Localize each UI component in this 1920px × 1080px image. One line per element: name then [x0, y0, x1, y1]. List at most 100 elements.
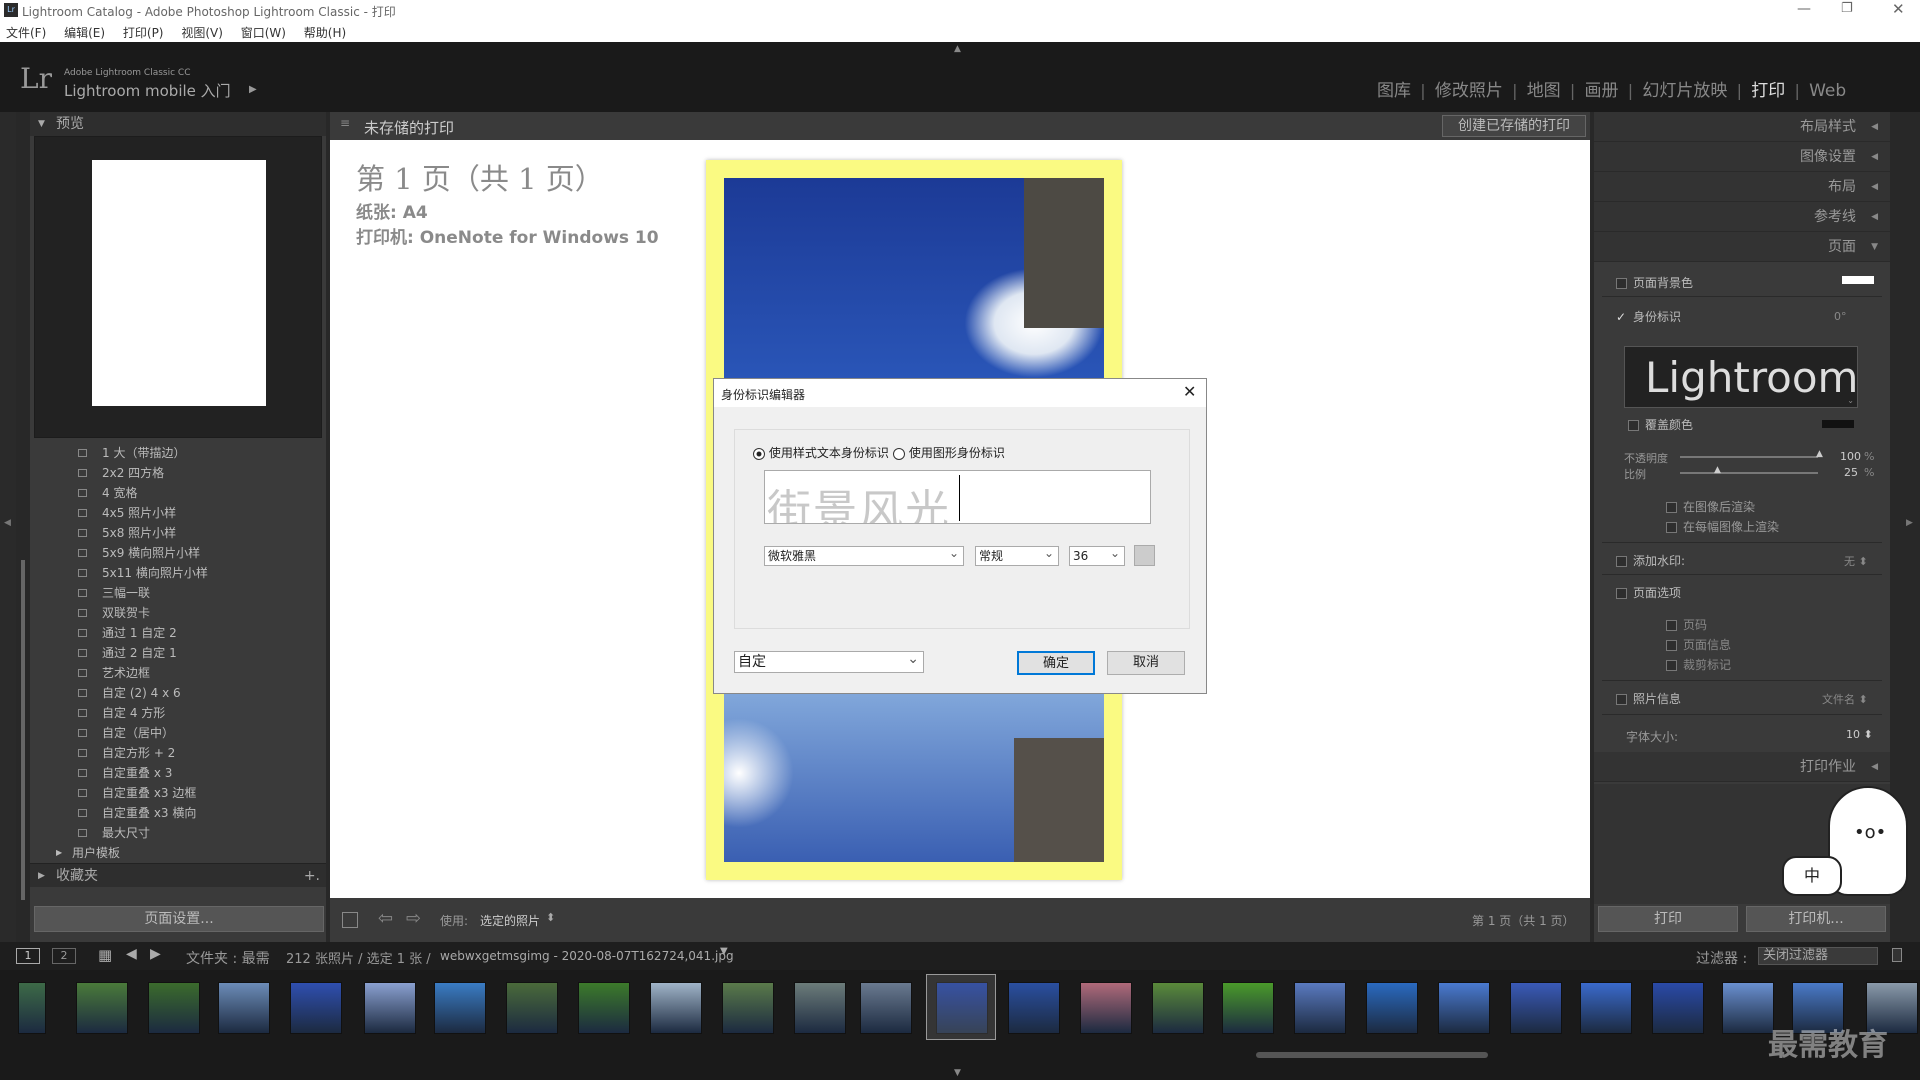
filmstrip-thumbnail[interactable] — [218, 982, 270, 1034]
filmstrip-thumbnail[interactable] — [1438, 982, 1490, 1034]
watermark-select[interactable]: 无 ⬍ — [1844, 553, 1868, 569]
filmstrip-thumbnail[interactable] — [1722, 982, 1774, 1034]
filename-dropdown-icon[interactable]: ▼ — [720, 946, 728, 957]
template-item[interactable]: 1 大（带描边） — [30, 443, 326, 463]
template-item[interactable]: 通过 2 自定 1 — [30, 643, 326, 663]
identity-angle[interactable]: 0° — [1834, 310, 1847, 323]
filmstrip-thumbnail[interactable] — [1152, 982, 1204, 1034]
minimize-icon[interactable]: — — [1797, 1, 1811, 17]
filmstrip-thumbnail[interactable] — [722, 982, 774, 1034]
opacity-thumb-icon[interactable]: ▲ — [1816, 449, 1823, 459]
template-item[interactable]: 最大尺寸 — [30, 823, 326, 843]
scale-value[interactable]: 25 — [1844, 466, 1858, 479]
collapse-top-icon[interactable]: ▲ — [954, 44, 961, 54]
page-bg-swatch[interactable] — [1842, 276, 1874, 284]
page-options-checkbox[interactable] — [1616, 588, 1627, 599]
font-style-select[interactable]: 常规 — [975, 544, 1059, 566]
user-templates-folder[interactable]: ▶ 用户模板 — [30, 843, 326, 863]
forward-arrow-icon[interactable]: ▶ — [150, 946, 161, 962]
font-size-select[interactable]: 10 ⬍ — [1846, 728, 1873, 741]
dialog-close-icon[interactable]: ✕ — [1183, 382, 1196, 401]
collapse-left-icon[interactable]: ◀ — [4, 518, 11, 528]
scale-thumb-icon[interactable]: ▲ — [1714, 465, 1721, 475]
section-image-settings[interactable]: 图像设置 — [1594, 142, 1890, 172]
filmstrip-scrollbar[interactable] — [1256, 1052, 1488, 1058]
render-each-checkbox[interactable] — [1666, 522, 1677, 533]
filmstrip-thumbnail[interactable] — [148, 982, 200, 1034]
section-layout-style[interactable]: 布局样式 — [1594, 112, 1890, 142]
watermark-checkbox[interactable] — [1616, 556, 1627, 567]
template-item[interactable]: 双联贺卡 — [30, 603, 326, 623]
filmstrip-thumbnail[interactable] — [578, 982, 630, 1034]
identity-text-field[interactable]: 街景风光 — [764, 470, 1151, 524]
render-behind-checkbox[interactable] — [1666, 502, 1677, 513]
template-item[interactable]: 4x5 照片小样 — [30, 503, 326, 523]
template-item[interactable]: 自定方形 + 2 — [30, 743, 326, 763]
collapse-right-icon[interactable]: ▶ — [1906, 518, 1913, 528]
opacity-value[interactable]: 100 — [1840, 450, 1861, 463]
template-item[interactable]: 通过 1 自定 2 — [30, 623, 326, 643]
filter-select[interactable]: 关闭过滤器 — [1758, 947, 1878, 965]
plate-dropdown-icon[interactable]: ⌄ — [1847, 396, 1854, 405]
radio-styled-text[interactable]: 使用样式文本身份标识 — [753, 444, 889, 461]
collapse-bottom-icon[interactable]: ▼ — [954, 1068, 961, 1078]
opacity-slider[interactable] — [1680, 456, 1818, 458]
template-item[interactable]: 5x11 横向照片小样 — [30, 563, 326, 583]
font-family-select[interactable]: 微软雅黑 — [764, 544, 964, 566]
page-numbers-row[interactable]: 页码 — [1666, 616, 1707, 633]
section-print-job[interactable]: 打印作业 — [1594, 752, 1890, 782]
nav-forward-icon[interactable]: ⇨ — [406, 908, 421, 929]
scale-slider[interactable] — [1680, 472, 1818, 474]
photo-info-checkbox[interactable] — [1616, 694, 1627, 705]
filename-label[interactable]: webwxgetmsgimg - 2020-08-07T162724,041.j… — [440, 949, 734, 963]
menu-view[interactable]: 视图(V) — [181, 26, 223, 40]
filmstrip-thumbnail[interactable] — [860, 982, 912, 1034]
crop-marks-row[interactable]: 裁剪标记 — [1666, 656, 1731, 673]
page-bg-checkbox[interactable] — [1616, 278, 1627, 289]
filmstrip-thumbnail[interactable] — [1580, 982, 1632, 1034]
override-color-checkbox[interactable] — [1628, 420, 1639, 431]
back-arrow-icon[interactable]: ◀ — [126, 946, 137, 962]
create-saved-print-button[interactable]: 创建已存储的打印 — [1442, 115, 1586, 137]
template-item[interactable]: 自定（居中） — [30, 723, 326, 743]
menu-window[interactable]: 窗口(W) — [241, 26, 286, 40]
filter-lock-icon[interactable] — [1892, 948, 1902, 962]
template-item[interactable]: 艺术边框 — [30, 663, 326, 683]
filmstrip-thumbnail[interactable] — [506, 982, 558, 1034]
template-item[interactable]: 5x8 照片小样 — [30, 523, 326, 543]
render-behind-row[interactable]: 在图像后渲染 — [1666, 498, 1755, 515]
radio-graphic[interactable]: 使用图形身份标识 — [893, 444, 1005, 461]
module-map[interactable]: 地图 — [1527, 81, 1561, 101]
selected-thumb-frame[interactable] — [926, 974, 996, 1040]
module-develop[interactable]: 修改照片 — [1435, 81, 1503, 101]
cancel-button[interactable]: 取消 — [1107, 651, 1185, 675]
identity-plate-row[interactable]: ✓ 身份标识 — [1616, 308, 1681, 325]
section-page[interactable]: 页面 — [1594, 232, 1890, 262]
template-item[interactable]: 自定重叠 x3 边框 — [30, 783, 326, 803]
template-item[interactable]: 5x9 横向照片小样 — [30, 543, 326, 563]
menu-help[interactable]: 帮助(H) — [304, 26, 346, 40]
page-info-row[interactable]: 页面信息 — [1666, 636, 1731, 653]
override-color-swatch[interactable] — [1822, 420, 1854, 428]
filmstrip-thumbnail[interactable] — [1294, 982, 1346, 1034]
template-item[interactable]: 自定 4 方形 — [30, 703, 326, 723]
render-each-row[interactable]: 在每幅图像上渲染 — [1666, 518, 1779, 535]
module-web[interactable]: Web — [1809, 81, 1846, 101]
filmstrip-thumbnail[interactable] — [1080, 982, 1132, 1034]
module-print[interactable]: 打印 — [1751, 81, 1785, 101]
menu-print[interactable]: 打印(P) — [123, 26, 164, 40]
template-item[interactable]: 自定重叠 x 3 — [30, 763, 326, 783]
page-options-row[interactable]: 页面选项 — [1616, 584, 1681, 601]
filmstrip-thumbnail[interactable] — [290, 982, 342, 1034]
nav-back-icon[interactable]: ⇦ — [378, 908, 393, 929]
module-library[interactable]: 图库 — [1377, 81, 1411, 101]
print-button[interactable]: 打印 — [1598, 906, 1738, 932]
photo-info-select[interactable]: 文件名 ⬍ — [1822, 691, 1868, 707]
collections-header[interactable]: ▶ 收藏夹 +. — [30, 863, 326, 887]
filmstrip-thumbnail[interactable] — [794, 982, 846, 1034]
override-color-row[interactable]: 覆盖颜色 — [1628, 416, 1693, 433]
identity-arrow-icon[interactable]: ▶ — [249, 84, 257, 95]
ok-button[interactable]: 确定 — [1017, 651, 1095, 675]
display-1-button[interactable]: 1 — [16, 948, 40, 964]
filmstrip-thumbnail[interactable] — [1652, 982, 1704, 1034]
